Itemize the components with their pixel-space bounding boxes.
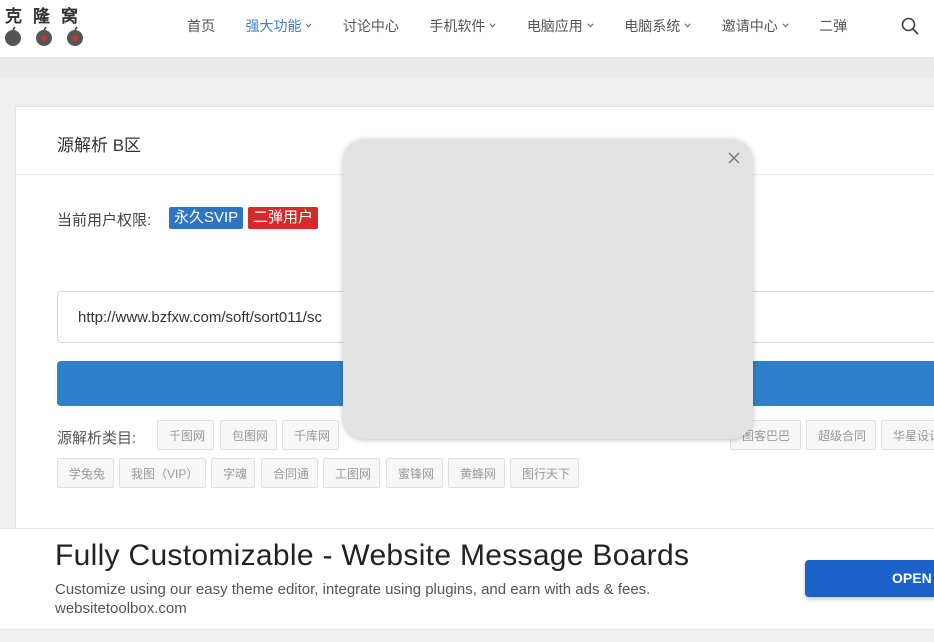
popup-modal (343, 139, 753, 439)
close-icon[interactable] (727, 151, 741, 165)
